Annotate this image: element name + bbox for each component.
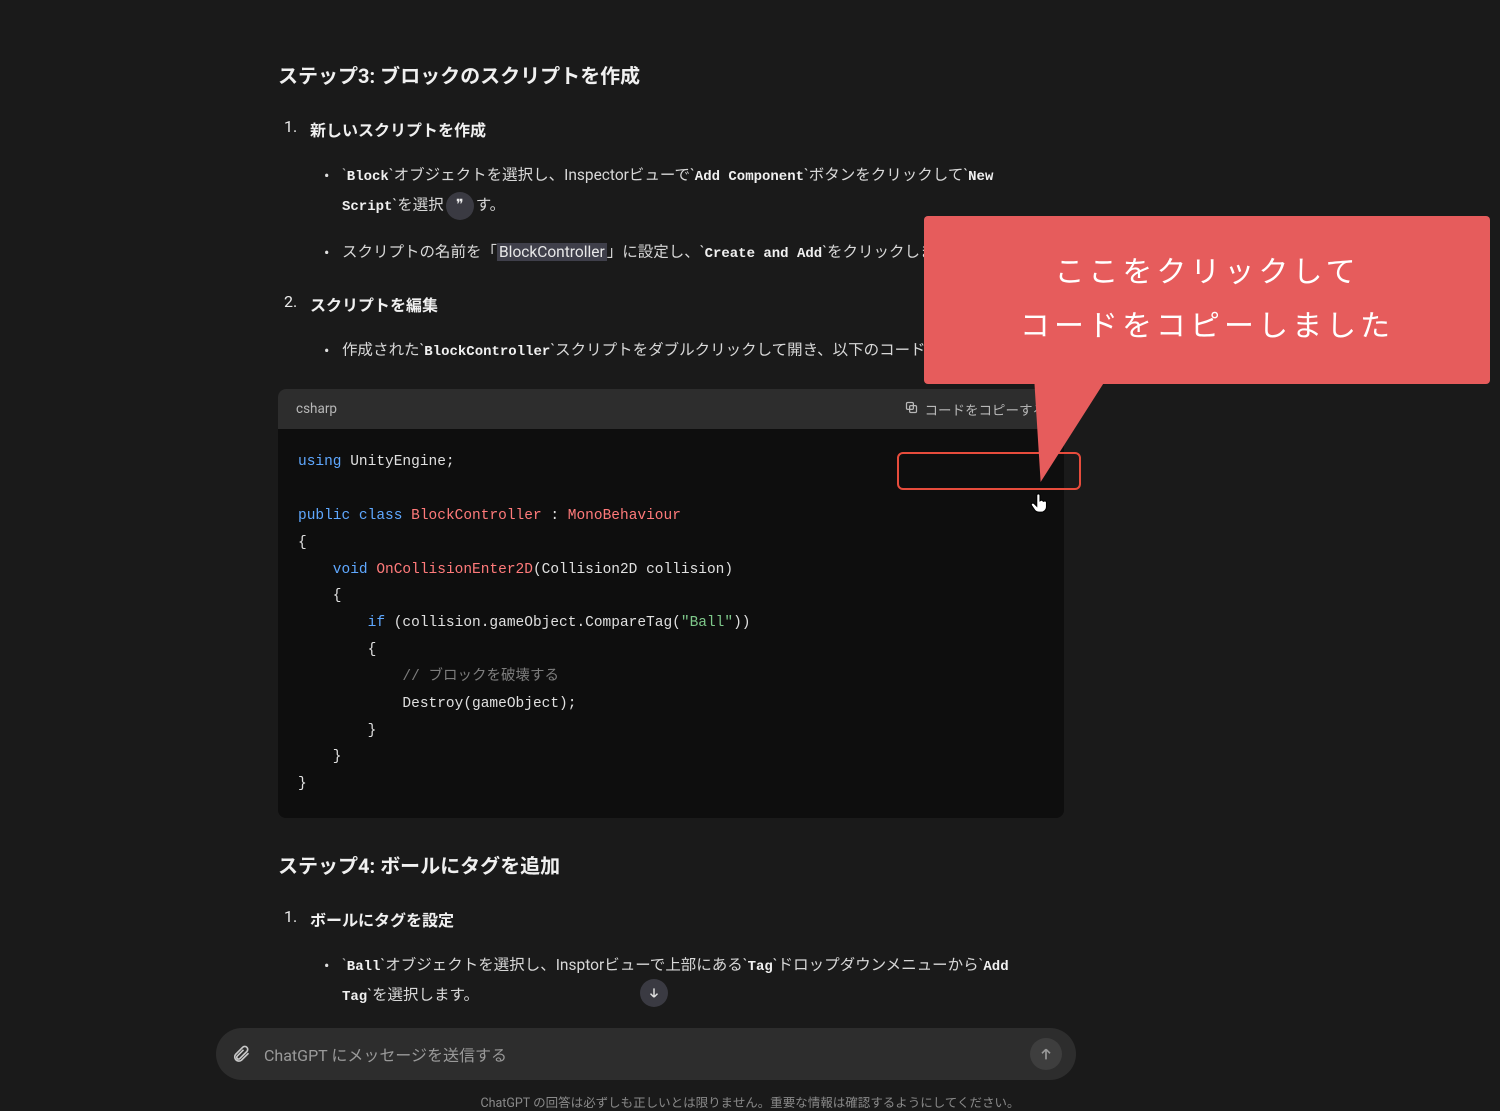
step4-bullet-1: `Ball`オブジェクトを選択し、Insptorビューで上部にある`Tag`ドロ… (342, 951, 1038, 1010)
send-button[interactable] (1030, 1038, 1062, 1070)
callout-tail (1026, 382, 1105, 482)
chat-input-bar[interactable]: ChatGPT にメッセージを送信する (216, 1028, 1076, 1080)
step3-bullet-1: `Block`オブジェクトを選択し、Inspectorビューで`Add Comp… (342, 161, 1038, 220)
attach-icon[interactable] (230, 1043, 252, 1065)
quote-icon[interactable]: ❞ (446, 192, 474, 220)
code-block: csharp コードをコピーする using UnityEngine; publ… (278, 389, 1064, 818)
step3-item-1-title: 新しいスクリプトを作成 (310, 121, 486, 140)
code-body[interactable]: using UnityEngine; public class BlockCon… (278, 429, 1064, 818)
callout-line-1: ここをクリックして (1054, 246, 1359, 300)
step4-heading: ステップ4: ボールにタグを追加 (278, 850, 1038, 879)
code-language-label: csharp (296, 401, 337, 417)
step4-item-1-bullets: `Ball`オブジェクトを選択し、Insptorビューで上部にある`Tag`ドロ… (310, 951, 1038, 1010)
copy-code-label: コードをコピーする (925, 399, 1047, 419)
highlighted-text: BlockController (497, 243, 607, 261)
code-block-header: csharp コードをコピーする (278, 389, 1064, 429)
chat-input-placeholder[interactable]: ChatGPT にメッセージを送信する (264, 1042, 1030, 1066)
code-block-inline: Block (347, 169, 389, 185)
step4-item-1: ボールにタグを設定 `Ball`オブジェクトを選択し、Insptorビューで上部… (310, 907, 1038, 1010)
cursor-hand-icon (1027, 490, 1053, 516)
step3-item-2-title: スクリプトを編集 (310, 296, 438, 315)
copy-code-button[interactable]: コードをコピーする (904, 399, 1047, 419)
copy-icon (904, 400, 919, 419)
chat-message-content: ステップ3: ブロックのスクリプトを作成 新しいスクリプトを作成 `Block`… (278, 0, 1038, 1010)
fade-mask (278, 1005, 1064, 1025)
step3-heading: ステップ3: ブロックのスクリプトを作成 (278, 60, 1038, 89)
callout-line-2: コードをコピーしました (1020, 300, 1394, 354)
callout-annotation: ここをクリックして コードをコピーしました (924, 216, 1490, 384)
scroll-down-button[interactable] (640, 979, 668, 1007)
step4-item-1-title: ボールにタグを設定 (310, 911, 454, 930)
disclaimer-text: ChatGPT の回答は必ずしも正しいとは限りません。重要な情報は確認するように… (0, 1092, 1500, 1111)
